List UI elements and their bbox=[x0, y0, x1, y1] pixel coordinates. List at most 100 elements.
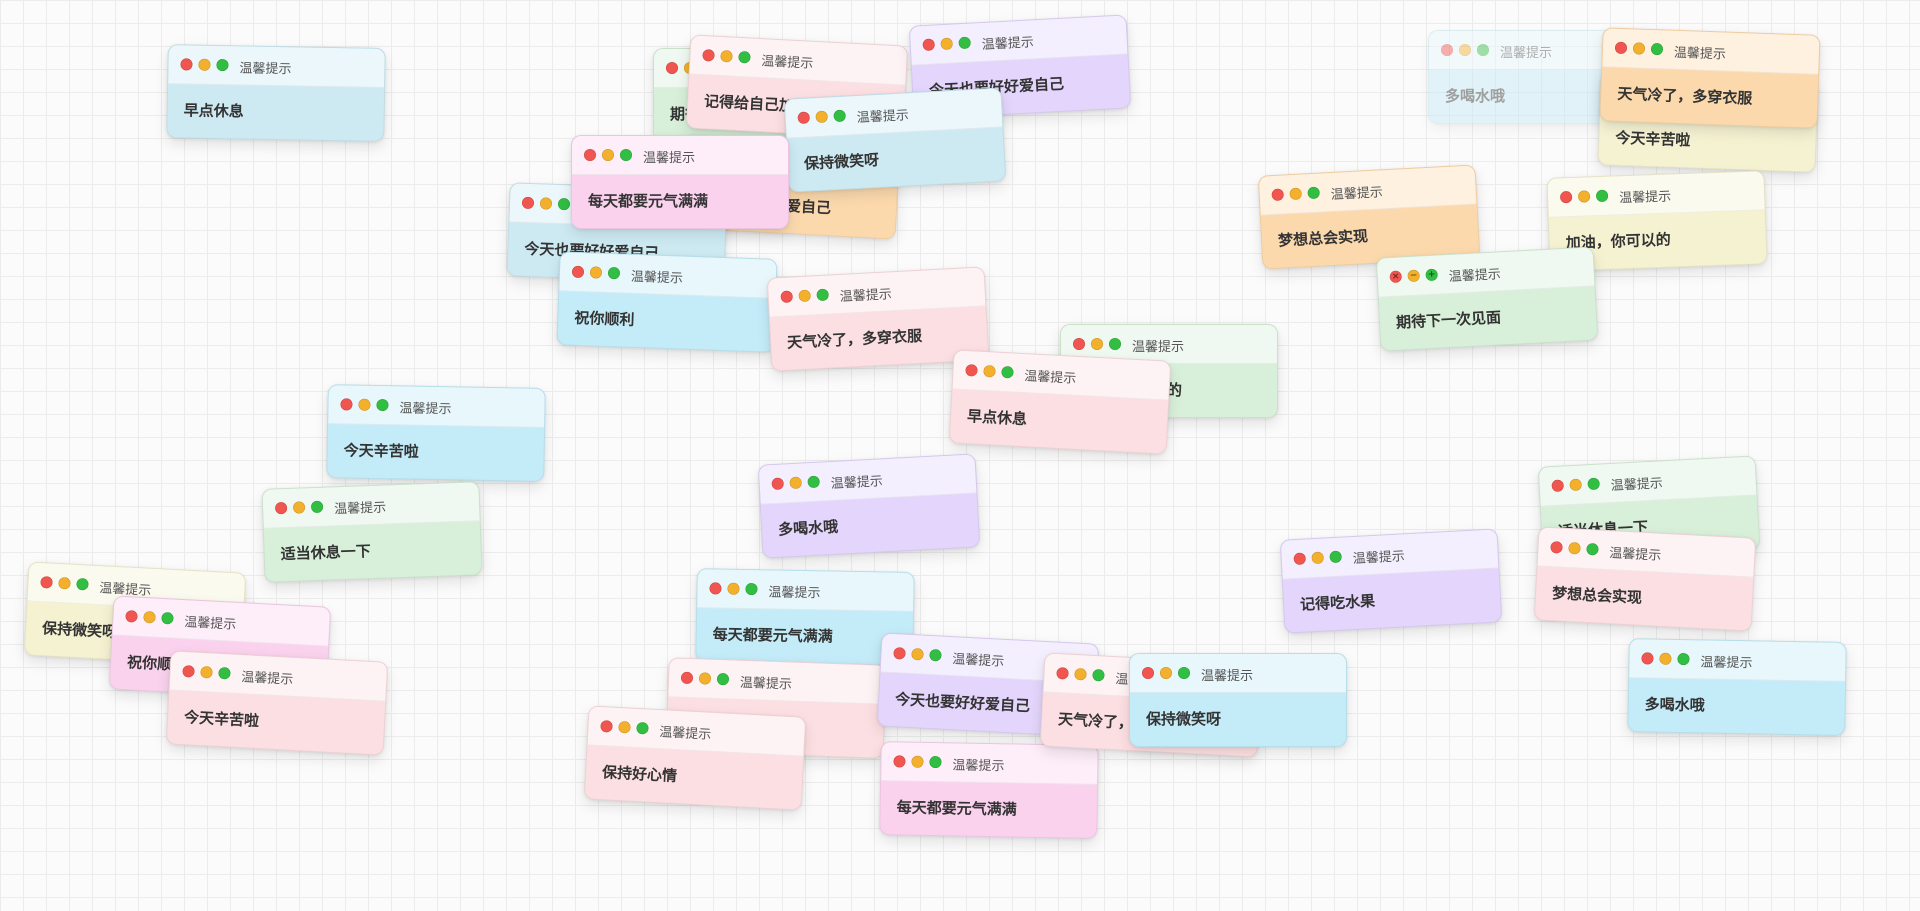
close-button[interactable] bbox=[922, 38, 936, 52]
window-titlebar[interactable]: 温馨提示 bbox=[1130, 654, 1346, 693]
maximize-button[interactable] bbox=[833, 109, 846, 123]
window-titlebar[interactable]: 温馨提示 bbox=[262, 482, 480, 529]
minimize-button[interactable] bbox=[789, 476, 802, 490]
maximize-button[interactable] bbox=[1178, 667, 1190, 679]
window-titlebar[interactable]: 温馨提示 bbox=[1280, 529, 1499, 580]
close-button[interactable] bbox=[680, 671, 694, 685]
close-button[interactable] bbox=[1056, 667, 1069, 680]
window-titlebar[interactable]: 温馨提示 bbox=[758, 454, 977, 505]
maximize-button[interactable] bbox=[310, 500, 324, 514]
maximize-button[interactable] bbox=[1587, 477, 1600, 491]
maximize-button[interactable] bbox=[1329, 550, 1342, 564]
window-titlebar[interactable]: 温馨提示 bbox=[697, 569, 914, 612]
minimize-button[interactable] bbox=[698, 672, 712, 685]
maximize-button[interactable] bbox=[1092, 668, 1105, 682]
reminder-window[interactable]: 温馨提示 保持微笑呀 bbox=[1129, 653, 1347, 747]
maximize-button[interactable] bbox=[929, 648, 942, 662]
window-titlebar[interactable]: 温馨提示 bbox=[328, 385, 545, 428]
maximize-button[interactable] bbox=[816, 288, 829, 302]
maximize-button[interactable] bbox=[807, 475, 820, 489]
window-titlebar[interactable]: 温馨提示 bbox=[1547, 171, 1765, 218]
minimize-button[interactable] bbox=[911, 647, 924, 661]
minimize-button[interactable] bbox=[1311, 551, 1324, 565]
close-button[interactable] bbox=[1559, 190, 1573, 204]
window-titlebar[interactable]: 温馨提示 bbox=[881, 742, 1098, 785]
window-titlebar[interactable]: 温馨提示 bbox=[169, 651, 388, 702]
reminder-window[interactable]: 温馨提示今天辛苦啦 bbox=[165, 650, 389, 756]
maximize-button[interactable] bbox=[1307, 186, 1320, 200]
window-titlebar[interactable]: 温馨提示 bbox=[668, 658, 886, 705]
maximize-button[interactable] bbox=[216, 58, 229, 72]
window-titlebar[interactable]: 温馨提示 bbox=[572, 136, 788, 175]
close-button[interactable] bbox=[702, 49, 715, 62]
maximize-button[interactable]: + bbox=[1425, 268, 1438, 282]
reminder-window[interactable]: × − + 温馨提示 期待下一次见面 bbox=[1375, 246, 1599, 352]
close-button[interactable] bbox=[1641, 652, 1654, 665]
minimize-button[interactable] bbox=[911, 755, 924, 768]
minimize-button[interactable] bbox=[1074, 667, 1087, 681]
minimize-button[interactable] bbox=[1289, 187, 1302, 201]
close-button[interactable] bbox=[1441, 44, 1453, 56]
close-button[interactable]: × bbox=[1389, 270, 1403, 284]
maximize-button[interactable] bbox=[636, 721, 649, 735]
close-button[interactable] bbox=[125, 610, 138, 623]
minimize-button[interactable]: − bbox=[1407, 269, 1420, 283]
minimize-button[interactable] bbox=[618, 720, 631, 734]
close-button[interactable] bbox=[1142, 667, 1154, 679]
maximize-button[interactable] bbox=[557, 197, 571, 211]
close-button[interactable] bbox=[274, 501, 288, 515]
maximize-button[interactable] bbox=[161, 611, 174, 625]
minimize-button[interactable] bbox=[983, 364, 996, 378]
reminder-window[interactable]: 温馨提示 每天都要元气满满 bbox=[571, 135, 789, 229]
close-button[interactable] bbox=[180, 58, 193, 71]
minimize-button[interactable] bbox=[358, 398, 371, 411]
reminder-window[interactable]: 温馨提示适当休息一下 bbox=[261, 481, 483, 583]
maximize-button[interactable] bbox=[1001, 365, 1014, 379]
reminder-window[interactable]: 温馨提示 早点休息 bbox=[948, 349, 1172, 455]
window-titlebar[interactable]: 温馨提示 bbox=[1629, 639, 1846, 682]
reminder-window[interactable]: 温馨提示天气冷了，多穿衣服 bbox=[1599, 27, 1821, 129]
window-titlebar[interactable]: 温馨提示 bbox=[689, 35, 908, 86]
close-button[interactable] bbox=[40, 576, 53, 589]
close-button[interactable] bbox=[1293, 552, 1307, 566]
minimize-button[interactable] bbox=[200, 665, 213, 679]
maximize-button[interactable] bbox=[1586, 542, 1599, 556]
minimize-button[interactable] bbox=[1569, 478, 1582, 492]
reminder-window[interactable]: 温馨提示 祝你顺利 bbox=[556, 251, 778, 353]
window-titlebar[interactable]: 温馨提示 bbox=[168, 45, 385, 88]
minimize-button[interactable] bbox=[602, 149, 614, 161]
minimize-button[interactable] bbox=[720, 49, 733, 63]
window-titlebar[interactable]: 温馨提示 bbox=[559, 252, 777, 299]
reminder-window[interactable]: 温馨提示 每天都要元气满满 bbox=[879, 741, 1099, 839]
maximize-button[interactable] bbox=[958, 36, 971, 50]
close-button[interactable] bbox=[1551, 479, 1565, 493]
close-button[interactable] bbox=[893, 755, 906, 768]
maximize-button[interactable] bbox=[1650, 42, 1664, 56]
close-button[interactable] bbox=[780, 290, 794, 304]
maximize-button[interactable] bbox=[738, 50, 751, 64]
maximize-button[interactable] bbox=[716, 672, 730, 686]
close-button[interactable] bbox=[666, 62, 678, 74]
close-button[interactable] bbox=[600, 720, 613, 733]
close-button[interactable] bbox=[709, 582, 722, 595]
window-titlebar[interactable]: 温馨提示 bbox=[112, 596, 331, 647]
close-button[interactable] bbox=[584, 149, 596, 161]
minimize-button[interactable] bbox=[1577, 190, 1591, 203]
minimize-button[interactable] bbox=[798, 289, 811, 303]
minimize-button[interactable] bbox=[815, 110, 828, 124]
maximize-button[interactable] bbox=[1477, 44, 1489, 56]
minimize-button[interactable] bbox=[292, 501, 306, 514]
window-titlebar[interactable]: 温馨提示 bbox=[767, 267, 986, 318]
close-button[interactable] bbox=[771, 477, 785, 491]
minimize-button[interactable] bbox=[727, 582, 740, 595]
reminder-window[interactable]: 温馨提示 早点休息 bbox=[166, 44, 386, 142]
maximize-button[interactable] bbox=[1109, 338, 1121, 350]
window-titlebar[interactable]: 温馨提示 bbox=[909, 15, 1128, 66]
close-button[interactable] bbox=[1073, 338, 1085, 350]
maximize-button[interactable] bbox=[745, 582, 758, 596]
reminder-window[interactable]: 温馨提示 保持好心情 bbox=[583, 705, 807, 811]
reminder-window[interactable]: 温馨提示 保持微笑呀 bbox=[783, 87, 1007, 193]
minimize-button[interactable] bbox=[198, 58, 211, 71]
minimize-button[interactable] bbox=[940, 37, 953, 51]
reminder-window[interactable]: 温馨提示 梦想总会实现 bbox=[1533, 526, 1757, 632]
